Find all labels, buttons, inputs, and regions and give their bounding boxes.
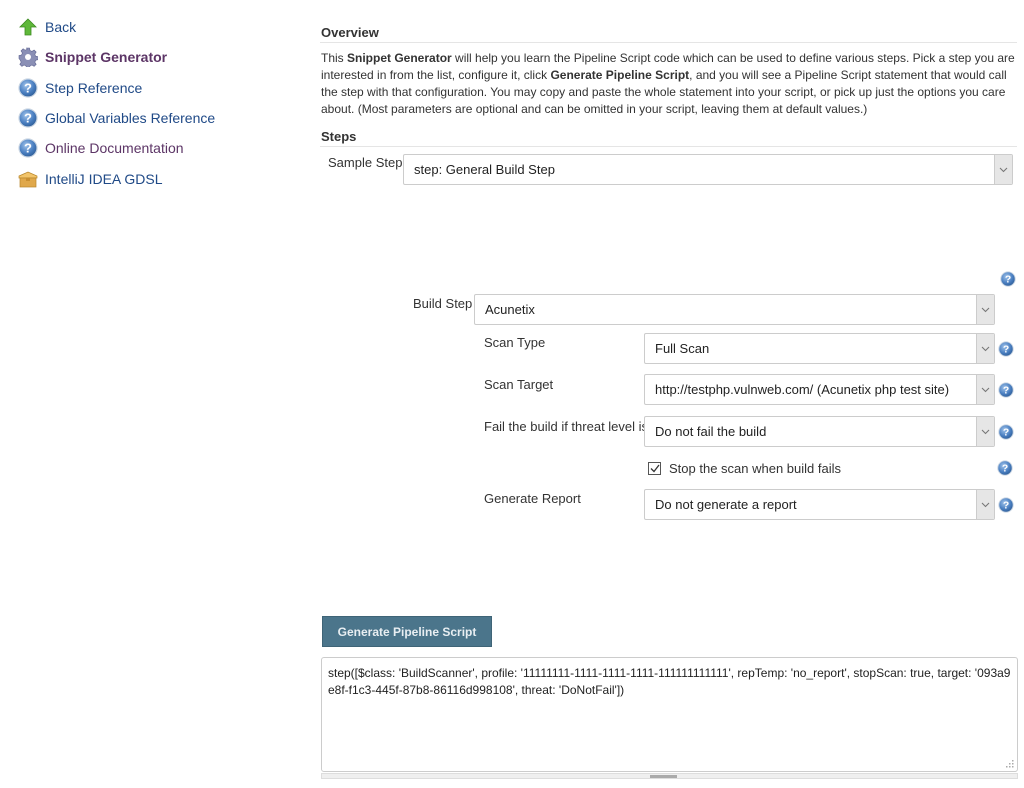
stop-scan-label: Stop the scan when build fails xyxy=(669,461,841,476)
chevron-down-icon xyxy=(976,417,994,446)
overview-heading: Overview xyxy=(321,25,379,40)
sample-step-select[interactable]: step: General Build Step xyxy=(403,154,1013,185)
threat-level-label: Fail the build if threat level is xyxy=(484,419,649,434)
build-step-label: Build Step xyxy=(413,296,473,311)
sidebar-item-back[interactable]: Back xyxy=(18,16,76,38)
scan-type-value: Full Scan xyxy=(655,341,710,356)
overview-divider xyxy=(320,42,1017,43)
chevron-down-icon xyxy=(976,334,994,363)
sidebar-item-label: Snippet Generator xyxy=(45,49,168,65)
pipeline-script-output[interactable]: step([$class: 'BuildScanner', profile: '… xyxy=(321,657,1018,772)
up-arrow-icon xyxy=(18,17,38,37)
help-icon xyxy=(18,138,38,158)
scan-target-value: http://testphp.vulnweb.com/ (Acunetix ph… xyxy=(655,382,950,397)
sidebar-item-label: Global Variables Reference xyxy=(45,110,216,126)
package-icon xyxy=(18,169,38,189)
sidebar-item-snippet-generator[interactable]: Snippet Generator xyxy=(18,46,167,68)
stop-scan-option[interactable]: Stop the scan when build fails xyxy=(648,461,841,476)
threat-level-value: Do not fail the build xyxy=(655,424,767,439)
generate-pipeline-script-button[interactable]: Generate Pipeline Script xyxy=(322,616,492,647)
stop-scan-help-icon[interactable] xyxy=(997,460,1013,476)
sidebar-item-online-documentation[interactable]: Online Documentation xyxy=(18,137,184,159)
scrollbar-thumb[interactable] xyxy=(650,775,677,778)
steps-heading: Steps xyxy=(321,129,357,144)
scan-type-help-icon[interactable] xyxy=(998,341,1014,357)
threat-level-select[interactable]: Do not fail the build xyxy=(644,416,995,447)
chevron-down-icon xyxy=(976,490,994,519)
scan-target-help-icon[interactable] xyxy=(998,382,1014,398)
threat-level-help-icon[interactable] xyxy=(998,424,1014,440)
scan-target-label: Scan Target xyxy=(484,377,554,392)
sidebar-item-label: Step Reference xyxy=(45,80,143,96)
sample-step-label: Sample Step xyxy=(328,155,403,170)
help-icon xyxy=(18,108,38,128)
steps-divider xyxy=(320,146,1017,147)
chevron-down-icon xyxy=(976,295,994,324)
sidebar-item-label: IntelliJ IDEA GDSL xyxy=(45,171,163,187)
generate-report-label: Generate Report xyxy=(484,491,581,506)
sample-step-value: step: General Build Step xyxy=(414,162,555,177)
scan-type-label: Scan Type xyxy=(484,335,546,350)
overview-description: This Snippet Generator will help you lea… xyxy=(321,51,1015,116)
horizontal-scrollbar[interactable] xyxy=(321,773,1018,779)
sidebar-item-label: Back xyxy=(45,19,77,35)
pipeline-script-text: step([$class: 'BuildScanner', profile: '… xyxy=(328,666,1011,697)
generate-report-help-icon[interactable] xyxy=(998,497,1014,513)
chevron-down-icon xyxy=(976,375,994,404)
chevron-down-icon xyxy=(994,155,1012,184)
generate-report-select[interactable]: Do not generate a report xyxy=(644,489,995,520)
scan-type-select[interactable]: Full Scan xyxy=(644,333,995,364)
build-step-help-icon[interactable] xyxy=(1000,271,1016,287)
sidebar-item-step-reference[interactable]: Step Reference xyxy=(18,77,142,99)
stop-scan-checkbox[interactable] xyxy=(648,462,661,475)
generate-report-value: Do not generate a report xyxy=(655,497,797,512)
sidebar-item-intellij-idea-gdsl[interactable]: IntelliJ IDEA GDSL xyxy=(18,168,163,190)
build-step-value: Acunetix xyxy=(485,302,535,317)
gear-icon xyxy=(18,47,38,67)
scan-target-select[interactable]: http://testphp.vulnweb.com/ (Acunetix ph… xyxy=(644,374,995,405)
resize-grip-icon[interactable] xyxy=(1006,760,1014,768)
sidebar-item-global-variables-reference[interactable]: Global Variables Reference xyxy=(18,107,215,129)
sidebar-item-label: Online Documentation xyxy=(45,140,184,156)
build-step-select[interactable]: Acunetix xyxy=(474,294,995,325)
help-icon xyxy=(18,78,38,98)
